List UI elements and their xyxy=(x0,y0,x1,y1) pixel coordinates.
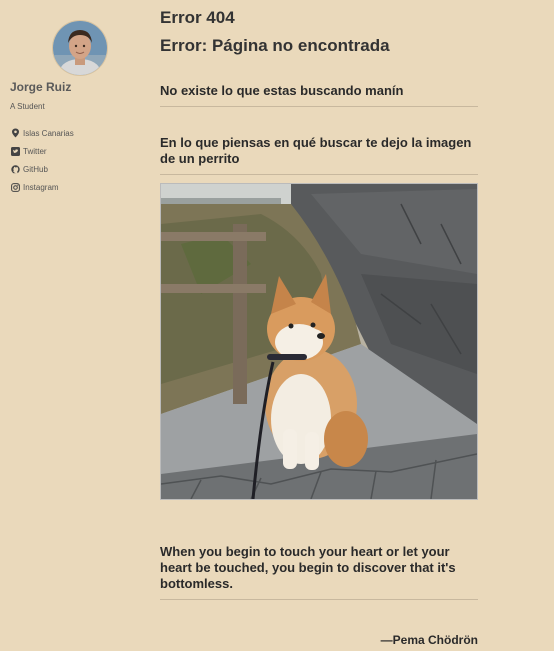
page-subtitle: Error: Página no encontrada xyxy=(160,36,390,55)
author-link-github[interactable]: GitHub xyxy=(10,160,74,178)
not-found-message: No existe lo que estas buscando manín xyxy=(160,83,478,107)
author-link-twitter-label[interactable]: Twitter xyxy=(23,147,47,156)
instagram-icon xyxy=(10,182,20,192)
github-icon xyxy=(10,164,20,174)
author-links: Islas Canarias Twitter GitHub Instagram xyxy=(10,124,74,196)
quote-author: —Pema Chödrön xyxy=(380,633,478,647)
page-title: Error 404 xyxy=(160,8,235,27)
author-link-instagram[interactable]: Instagram xyxy=(10,178,74,196)
author-link-location-label: Islas Canarias xyxy=(23,128,74,138)
twitter-icon xyxy=(10,146,20,156)
map-marker-icon xyxy=(10,128,20,138)
author-link-twitter[interactable]: Twitter xyxy=(10,142,74,160)
dog-image-caption: En lo que piensas en qué buscar te dejo … xyxy=(160,135,478,175)
author-link-github-label[interactable]: GitHub xyxy=(23,165,48,174)
shiba-dog-image xyxy=(160,183,478,500)
quote-text: When you begin to touch your heart or le… xyxy=(160,544,478,600)
author-bio: A Student xyxy=(10,102,45,111)
author-link-instagram-label[interactable]: Instagram xyxy=(23,183,59,192)
author-name: Jorge Ruiz xyxy=(10,80,72,94)
author-avatar[interactable] xyxy=(52,20,108,76)
author-link-location: Islas Canarias xyxy=(10,124,74,142)
